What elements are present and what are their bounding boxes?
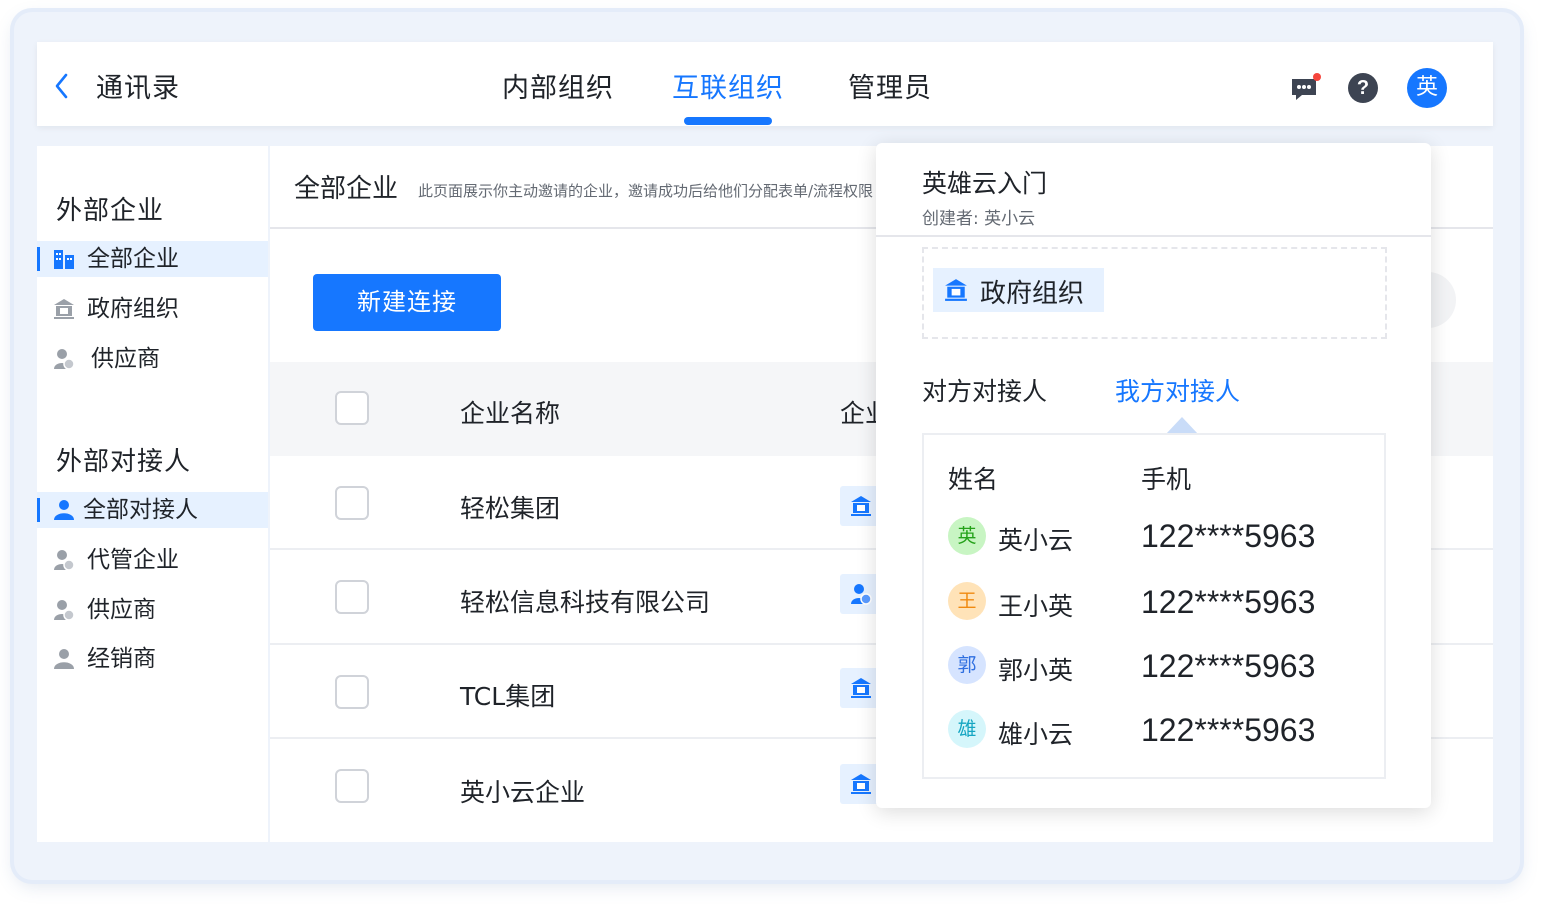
sidebar-item-suppliers-contacts[interactable]: 供应商	[37, 592, 268, 628]
contact-name: 英小云	[998, 526, 1074, 555]
row-checkbox[interactable]	[335, 580, 369, 614]
contact-phone: 122****5963	[1141, 712, 1316, 748]
contact-name: 郭小英	[998, 656, 1074, 685]
sidebar-item-dealers[interactable]: 经销商	[37, 641, 268, 677]
supplier-icon	[54, 600, 75, 621]
select-all-checkbox[interactable]	[335, 391, 369, 425]
contact-phone: 122****5963	[1141, 584, 1316, 620]
row-checkbox[interactable]	[335, 486, 369, 520]
person-icon	[54, 500, 74, 520]
company-name[interactable]: 轻松信息科技有限公司	[460, 583, 710, 619]
user-avatar[interactable]: 英	[1407, 68, 1447, 108]
supplier-icon	[54, 349, 75, 370]
contact-header-name: 姓名	[948, 465, 999, 494]
company-type-badge	[840, 574, 880, 614]
building-icon	[54, 250, 74, 269]
message-icon[interactable]	[1290, 73, 1322, 103]
tab-internal-org[interactable]: 内部组织	[502, 66, 614, 105]
contact-header-phone: 手机	[1141, 465, 1192, 494]
sidebar-item-label: 供应商	[87, 597, 156, 623]
org-type-chip: 政府组织	[933, 268, 1104, 312]
government-icon	[851, 774, 871, 794]
company-type-badge	[840, 668, 880, 708]
sidebar-item-label: 全部对接人	[83, 497, 198, 523]
company-name[interactable]: 轻松集团	[460, 489, 560, 525]
sidebar-item-label: 全部企业	[87, 246, 179, 272]
sidebar-item-label: 供应商	[91, 346, 160, 372]
page-title: 全部企业	[294, 174, 399, 204]
sidebar-section-external-contacts: 外部对接人	[56, 447, 192, 477]
government-icon	[945, 279, 967, 301]
managed-person-icon	[54, 550, 75, 571]
column-header-company-name: 企业名称	[460, 399, 561, 428]
help-icon[interactable]: ?	[1348, 73, 1378, 103]
sidebar-item-label: 经销商	[87, 646, 156, 672]
sidebar-item-label: 代管企业	[87, 547, 179, 573]
sidebar-item-all-contacts[interactable]: 全部对接人	[37, 492, 268, 528]
sidebar-item-suppliers[interactable]: 供应商	[37, 341, 268, 377]
dealer-icon	[54, 649, 74, 669]
sidebar-item-label: 政府组织	[87, 296, 179, 322]
contact-name: 王小英	[998, 592, 1074, 621]
back-chevron-icon[interactable]	[52, 72, 72, 100]
active-tab-pointer	[1166, 417, 1198, 434]
popup-creator: 创建者: 英小云	[922, 209, 1036, 229]
contact-phone: 122****5963	[1141, 518, 1316, 554]
column-header-company-type: 企业类型	[840, 399, 876, 428]
company-type-badge	[840, 764, 880, 804]
popup-title: 英雄云入门	[922, 169, 1048, 198]
supplier-icon	[851, 584, 872, 605]
sidebar-section-external-companies: 外部企业	[56, 196, 165, 226]
sidebar-item-managed-companies[interactable]: 代管企业	[37, 542, 268, 578]
contact-avatar: 郭	[948, 646, 986, 684]
company-name[interactable]: TCL集团	[460, 677, 555, 713]
row-checkbox[interactable]	[335, 769, 369, 803]
contact-name: 雄小云	[998, 720, 1074, 749]
government-icon	[851, 496, 871, 516]
tab-our-contacts[interactable]: 我方对接人	[1115, 372, 1240, 408]
contact-avatar: 英	[948, 517, 986, 555]
tab-their-contacts[interactable]: 对方对接人	[922, 372, 1047, 408]
row-checkbox[interactable]	[335, 675, 369, 709]
sidebar-item-government[interactable]: 政府组织	[37, 291, 268, 327]
government-icon	[54, 299, 74, 319]
company-type-badge	[840, 486, 880, 526]
government-icon	[851, 678, 871, 698]
new-connection-button[interactable]: 新建连接	[313, 274, 501, 331]
sidebar-item-all-companies[interactable]: 全部企业	[37, 241, 268, 277]
app-title[interactable]: 通讯录	[96, 66, 180, 105]
contact-phone: 122****5963	[1141, 648, 1316, 684]
contact-avatar: 雄	[948, 710, 986, 748]
company-name[interactable]: 英小云企业	[460, 773, 585, 809]
divider	[876, 235, 1431, 237]
tab-connected-org[interactable]: 互联组织	[672, 66, 784, 105]
page-hint: 此页面展示你主动邀请的企业，邀请成功后给他们分配表单/流程权限	[418, 182, 874, 200]
contact-avatar: 王	[948, 582, 986, 620]
tab-admins[interactable]: 管理员	[848, 66, 932, 105]
org-type-label: 政府组织	[980, 279, 1085, 309]
active-tab-indicator	[684, 117, 772, 125]
